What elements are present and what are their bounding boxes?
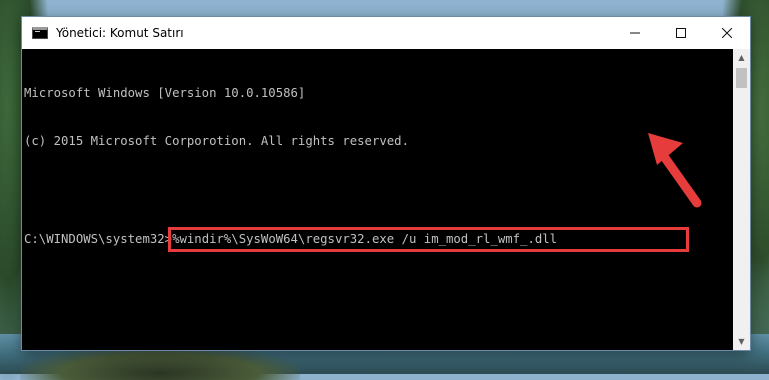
close-icon [722, 28, 732, 38]
console-line-copyright: (c) 2015 Microsoft Corporotion. All righ… [24, 134, 409, 149]
scroll-thumb[interactable] [736, 68, 747, 88]
close-button[interactable] [704, 17, 750, 49]
maximize-icon [676, 28, 686, 38]
minimize-button[interactable] [612, 17, 658, 49]
console-app-icon[interactable] [32, 27, 48, 39]
title-bar[interactable]: Yönetici: Komut Satırı [22, 17, 750, 49]
console-prompt: C:\WINDOWS\system32> [24, 232, 173, 247]
desktop-rocks [20, 346, 300, 380]
vertical-scrollbar[interactable]: ▲ ▼ [733, 49, 750, 350]
console-line-version: Microsoft Windows [Version 10.0.10586] [24, 85, 306, 100]
window-title: Yönetici: Komut Satırı [56, 26, 184, 40]
console-output[interactable]: Microsoft Windows [Version 10.0.10586] (… [22, 49, 733, 350]
window-controls [612, 17, 750, 49]
red-pointer-arrow-icon [648, 133, 702, 208]
console-command-line: C:\WINDOWS\system32>%windir%\SysWoW64\re… [24, 227, 731, 252]
minimize-icon [630, 32, 640, 34]
scroll-up-arrow-icon[interactable]: ▲ [733, 49, 750, 66]
command-prompt-window: Yönetici: Komut Satırı Microsoft Windows… [22, 17, 750, 350]
highlighted-command-input[interactable]: %windir%\SysWoW64\regsvr32.exe /u im_mod… [168, 227, 690, 252]
command-text: %windir%\SysWoW64\regsvr32.exe /u im_mod… [172, 232, 558, 247]
scroll-down-arrow-icon[interactable]: ▼ [733, 333, 750, 350]
maximize-button[interactable] [658, 17, 704, 49]
